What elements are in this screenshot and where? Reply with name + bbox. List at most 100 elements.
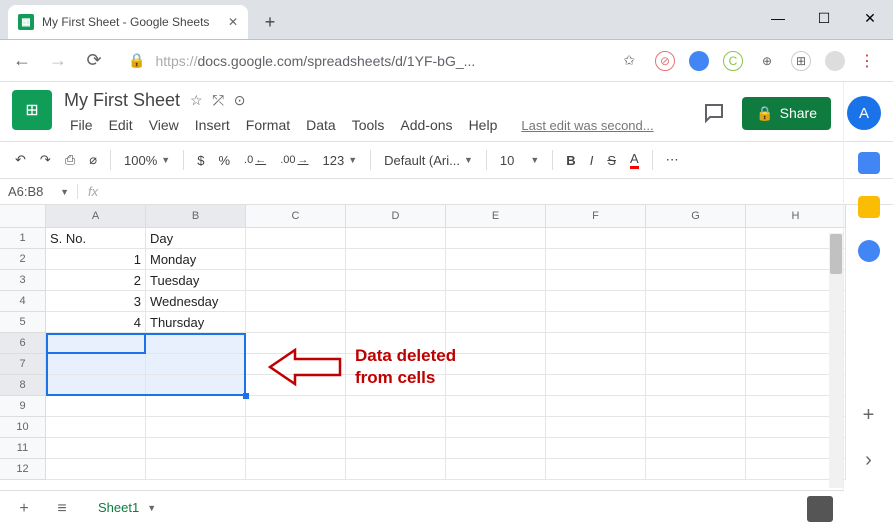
cell-F7[interactable] xyxy=(546,354,646,375)
row-header-12[interactable]: 12 xyxy=(0,459,46,480)
cell-G5[interactable] xyxy=(646,312,746,333)
more-formats-dropdown[interactable]: 123▼ xyxy=(318,149,363,172)
cell-A3[interactable]: 2 xyxy=(46,270,146,291)
cell-A6[interactable] xyxy=(46,333,146,354)
cell-B11[interactable] xyxy=(146,438,246,459)
cell-G7[interactable] xyxy=(646,354,746,375)
cell-C4[interactable] xyxy=(246,291,346,312)
toolbar-more-button[interactable]: ⋯ xyxy=(661,148,684,172)
cell-C2[interactable] xyxy=(246,249,346,270)
cell-B7[interactable] xyxy=(146,354,246,375)
add-sheet-button[interactable]: + xyxy=(10,495,38,523)
cell-E4[interactable] xyxy=(446,291,546,312)
cell-G3[interactable] xyxy=(646,270,746,291)
col-header-F[interactable]: F xyxy=(546,205,646,228)
cell-B12[interactable] xyxy=(146,459,246,480)
ext-icon-4[interactable]: ⊕ xyxy=(757,51,777,71)
comments-icon[interactable] xyxy=(702,101,726,125)
cell-D9[interactable] xyxy=(346,396,446,417)
window-close[interactable]: ✕ xyxy=(847,3,893,33)
font-dropdown[interactable]: Default (Ari...▼ xyxy=(379,149,478,172)
col-header-A[interactable]: A xyxy=(46,205,146,228)
menu-data[interactable]: Data xyxy=(300,115,342,135)
cell-D10[interactable] xyxy=(346,417,446,438)
row-header-1[interactable]: 1 xyxy=(0,228,46,249)
cell-D1[interactable] xyxy=(346,228,446,249)
col-header-B[interactable]: B xyxy=(146,205,246,228)
undo-button[interactable]: ↶ xyxy=(10,148,31,172)
cell-E3[interactable] xyxy=(446,270,546,291)
menu-view[interactable]: View xyxy=(143,115,185,135)
col-header-H[interactable]: H xyxy=(746,205,846,228)
col-header-C[interactable]: C xyxy=(246,205,346,228)
cell-D12[interactable] xyxy=(346,459,446,480)
cell-B8[interactable] xyxy=(146,375,246,396)
menu-insert[interactable]: Insert xyxy=(189,115,236,135)
menu-help[interactable]: Help xyxy=(463,115,504,135)
cell-G6[interactable] xyxy=(646,333,746,354)
cell-A8[interactable] xyxy=(46,375,146,396)
decrease-decimal-button[interactable]: .0← xyxy=(239,150,271,170)
menu-format[interactable]: Format xyxy=(240,115,296,135)
cell-F12[interactable] xyxy=(546,459,646,480)
row-header-8[interactable]: 8 xyxy=(0,375,46,396)
name-box[interactable]: A6:B8▼ xyxy=(0,184,78,199)
cell-E6[interactable] xyxy=(446,333,546,354)
document-title[interactable]: My First Sheet xyxy=(64,90,180,111)
cell-E2[interactable] xyxy=(446,249,546,270)
move-icon[interactable]: ⤱ xyxy=(213,92,224,109)
cell-E10[interactable] xyxy=(446,417,546,438)
star-icon[interactable]: ☆ xyxy=(190,92,203,109)
explore-button[interactable] xyxy=(807,496,833,522)
cell-B1[interactable]: Day xyxy=(146,228,246,249)
cell-B2[interactable]: Monday xyxy=(146,249,246,270)
col-header-E[interactable]: E xyxy=(446,205,546,228)
cell-A12[interactable] xyxy=(46,459,146,480)
cell-F2[interactable] xyxy=(546,249,646,270)
bookmark-icon[interactable]: ✩ xyxy=(623,52,635,69)
cell-D3[interactable] xyxy=(346,270,446,291)
zoom-dropdown[interactable]: 100%▼ xyxy=(119,149,175,172)
percent-button[interactable]: % xyxy=(213,149,235,172)
row-header-10[interactable]: 10 xyxy=(0,417,46,438)
cell-F5[interactable] xyxy=(546,312,646,333)
browser-tab[interactable]: ▦ My First Sheet - Google Sheets ✕ xyxy=(8,5,248,39)
cell-C10[interactable] xyxy=(246,417,346,438)
cell-D5[interactable] xyxy=(346,312,446,333)
spreadsheet-grid[interactable]: ABCDEFGH1S. No.Day21Monday32Tuesday43Wed… xyxy=(0,205,846,480)
sheet-tab-1[interactable]: Sheet1▼ xyxy=(86,494,168,523)
profile-avatar[interactable] xyxy=(825,51,845,71)
cloud-status-icon[interactable]: ⊙ xyxy=(234,92,246,109)
cell-G12[interactable] xyxy=(646,459,746,480)
cell-B3[interactable]: Tuesday xyxy=(146,270,246,291)
window-maximize[interactable]: ☐ xyxy=(801,3,847,33)
select-all-corner[interactable] xyxy=(0,205,46,228)
cell-C11[interactable] xyxy=(246,438,346,459)
ext-icon-3[interactable]: C xyxy=(723,51,743,71)
browser-menu-icon[interactable]: ⋮ xyxy=(859,51,875,71)
cell-A5[interactable]: 4 xyxy=(46,312,146,333)
cell-D11[interactable] xyxy=(346,438,446,459)
cell-F10[interactable] xyxy=(546,417,646,438)
cell-A11[interactable] xyxy=(46,438,146,459)
cell-E9[interactable] xyxy=(446,396,546,417)
cell-G1[interactable] xyxy=(646,228,746,249)
url-field[interactable]: 🔒 https://docs.google.com/spreadsheets/d… xyxy=(116,52,647,69)
menu-tools[interactable]: Tools xyxy=(346,115,391,135)
nav-forward[interactable]: → xyxy=(44,47,72,75)
col-header-G[interactable]: G xyxy=(646,205,746,228)
keep-app-icon[interactable] xyxy=(858,196,880,218)
cell-A1[interactable]: S. No. xyxy=(46,228,146,249)
menu-edit[interactable]: Edit xyxy=(103,115,139,135)
cell-C3[interactable] xyxy=(246,270,346,291)
cell-B6[interactable] xyxy=(146,333,246,354)
tasks-app-icon[interactable] xyxy=(858,240,880,262)
vertical-scrollbar[interactable] xyxy=(829,233,843,488)
cell-F3[interactable] xyxy=(546,270,646,291)
increase-decimal-button[interactable]: .00→ xyxy=(275,150,313,170)
cell-B9[interactable] xyxy=(146,396,246,417)
ext-menu-icon[interactable]: ⊞ xyxy=(791,51,811,71)
print-button[interactable]: ⎙ xyxy=(60,148,80,172)
italic-button[interactable]: I xyxy=(585,149,599,172)
share-button[interactable]: 🔒 Share xyxy=(742,97,831,130)
